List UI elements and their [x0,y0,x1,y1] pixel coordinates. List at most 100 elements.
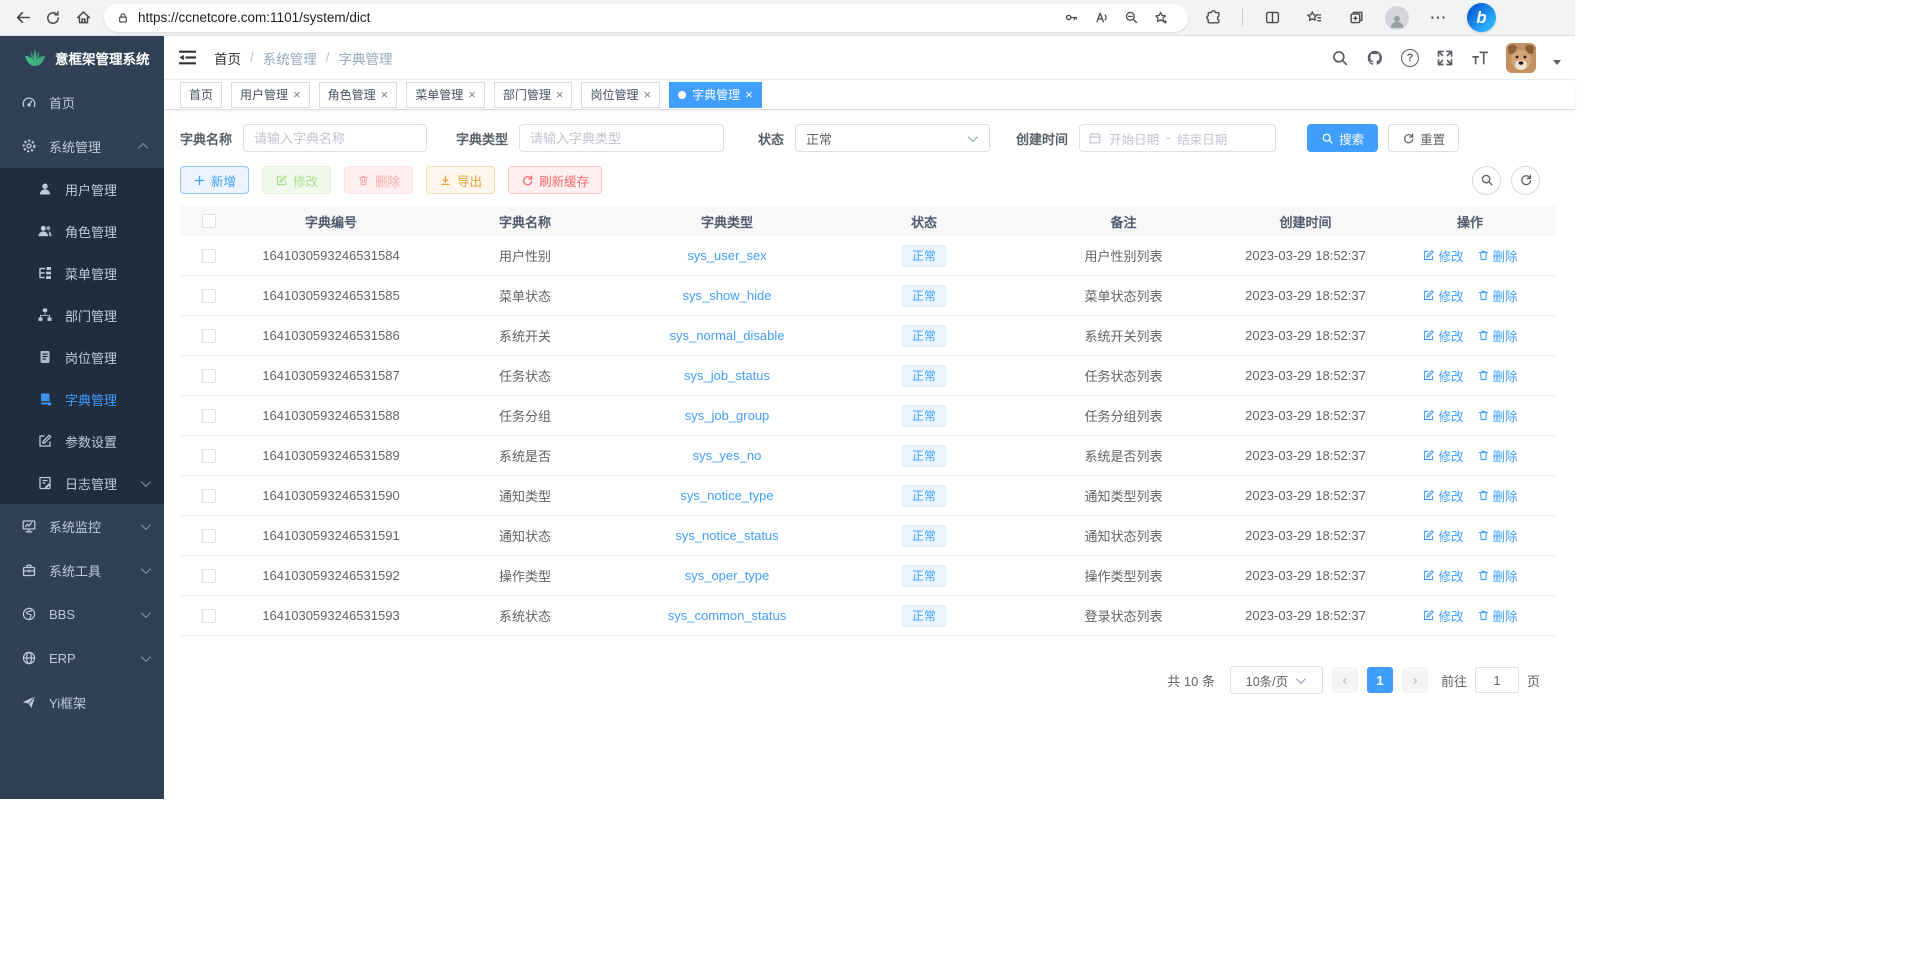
sidebar-item-role[interactable]: 角色管理 [0,210,164,252]
more-options-icon[interactable]: ⋯ [1425,4,1451,32]
row-delete-link[interactable]: 删除 [1477,566,1518,585]
tab-role[interactable]: 角色管理× [319,82,398,108]
row-checkbox[interactable] [202,249,216,263]
reload-icon[interactable] [38,4,68,32]
add-button[interactable]: 新增 [180,166,249,194]
dict-name-input[interactable] [243,124,427,152]
row-delete-link[interactable]: 删除 [1477,366,1518,385]
add-favorite-star-icon[interactable] [1146,6,1176,30]
close-icon[interactable]: × [745,88,753,101]
row-edit-link[interactable]: 修改 [1422,566,1463,585]
sidebar-item-config[interactable]: 参数设置 [0,420,164,462]
password-key-icon[interactable] [1056,6,1086,30]
row-edit-link[interactable]: 修改 [1422,486,1463,505]
dict-type-link[interactable]: sys_yes_no [693,448,762,463]
page-size-select[interactable]: 10条/页 [1230,666,1323,694]
select-all-checkbox[interactable] [202,214,216,228]
extensions-icon[interactable] [1200,4,1226,32]
sidebar-item-home[interactable]: 首页 [0,80,164,124]
dict-type-link[interactable]: sys_normal_disable [670,328,785,343]
dict-type-link[interactable]: sys_notice_status [675,528,778,543]
read-aloud-icon[interactable] [1086,6,1116,30]
search-button[interactable]: 搜索 [1307,124,1378,152]
breadcrumb-system[interactable]: 系统管理 [263,48,317,68]
dict-type-link[interactable]: sys_notice_type [680,488,773,503]
close-icon[interactable]: × [556,88,564,101]
user-avatar[interactable] [1506,43,1536,73]
sidebar-item-dict[interactable]: 字典管理 [0,378,164,420]
reset-button[interactable]: 重置 [1388,124,1459,152]
github-icon[interactable] [1366,49,1384,67]
sidebar-item-post[interactable]: 岗位管理 [0,336,164,378]
status-select[interactable]: 正常 [795,124,990,152]
collapse-sidebar-icon[interactable] [178,48,198,68]
sidebar-item-dept[interactable]: 部门管理 [0,294,164,336]
sidebar-item-menu[interactable]: 菜单管理 [0,252,164,294]
refresh-table-button[interactable] [1511,166,1540,195]
row-delete-link[interactable]: 删除 [1477,406,1518,425]
close-icon[interactable]: × [381,88,389,101]
row-delete-link[interactable]: 删除 [1477,286,1518,305]
app-logo[interactable]: 意框架管理系统 [0,36,164,80]
tab-menu[interactable]: 菜单管理× [406,82,485,108]
collections-icon[interactable] [1343,4,1369,32]
sidebar-item-bbs[interactable]: BBS [0,592,164,636]
address-bar[interactable]: https://ccnetcore.com:1101/system/dict [104,4,1188,32]
sidebar-item-log[interactable]: 日志管理 [0,462,164,504]
row-checkbox[interactable] [202,489,216,503]
dict-type-link[interactable]: sys_show_hide [683,288,772,303]
dict-type-link[interactable]: sys_common_status [668,608,787,623]
close-icon[interactable]: × [468,88,476,101]
row-checkbox[interactable] [202,609,216,623]
row-delete-link[interactable]: 删除 [1477,606,1518,625]
goto-page-input[interactable] [1475,667,1519,693]
row-edit-link[interactable]: 修改 [1422,406,1463,425]
row-delete-link[interactable]: 删除 [1477,446,1518,465]
row-checkbox[interactable] [202,329,216,343]
avatar-caret-icon[interactable] [1553,60,1561,65]
row-delete-link[interactable]: 删除 [1477,326,1518,345]
row-edit-link[interactable]: 修改 [1422,326,1463,345]
dict-type-input[interactable] [519,124,724,152]
breadcrumb-home[interactable]: 首页 [214,48,241,68]
browser-profile-icon[interactable] [1385,6,1409,30]
sidebar-item-yi[interactable]: Yi框架 [0,680,164,724]
font-size-icon[interactable] [1471,49,1489,67]
row-edit-link[interactable]: 修改 [1422,286,1463,305]
date-range-picker[interactable]: 开始日期 - 结束日期 [1079,124,1276,152]
bing-chat-icon[interactable]: b [1467,3,1496,32]
row-edit-link[interactable]: 修改 [1422,446,1463,465]
row-checkbox[interactable] [202,289,216,303]
close-icon[interactable]: × [643,88,651,101]
dict-type-link[interactable]: sys_user_sex [687,248,766,263]
row-delete-link[interactable]: 删除 [1477,486,1518,505]
dict-type-link[interactable]: sys_oper_type [685,568,770,583]
row-delete-link[interactable]: 删除 [1477,246,1518,265]
header-search-icon[interactable] [1331,49,1349,67]
row-checkbox[interactable] [202,529,216,543]
home-icon[interactable] [68,4,98,32]
row-edit-link[interactable]: 修改 [1422,526,1463,545]
tab-post[interactable]: 岗位管理× [581,82,660,108]
fullscreen-icon[interactable] [1436,49,1454,67]
sidebar-item-system[interactable]: 系统管理 [0,124,164,168]
dict-type-link[interactable]: sys_job_group [685,408,770,423]
close-icon[interactable]: × [293,88,301,101]
zoom-out-icon[interactable] [1116,6,1146,30]
tab-home[interactable]: 首页 [180,82,222,108]
refresh-cache-button[interactable]: 刷新缓存 [508,166,602,194]
export-button[interactable]: 导出 [426,166,495,194]
split-screen-icon[interactable] [1259,4,1285,32]
row-delete-link[interactable]: 删除 [1477,526,1518,545]
row-checkbox[interactable] [202,369,216,383]
row-checkbox[interactable] [202,449,216,463]
row-edit-link[interactable]: 修改 [1422,366,1463,385]
row-edit-link[interactable]: 修改 [1422,246,1463,265]
row-checkbox[interactable] [202,569,216,583]
sidebar-item-user[interactable]: 用户管理 [0,168,164,210]
sidebar-item-monitor[interactable]: 系统监控 [0,504,164,548]
sidebar-item-erp[interactable]: ERP [0,636,164,680]
tab-user[interactable]: 用户管理× [231,82,310,108]
dict-type-link[interactable]: sys_job_status [684,368,770,383]
favorites-icon[interactable] [1301,4,1327,32]
